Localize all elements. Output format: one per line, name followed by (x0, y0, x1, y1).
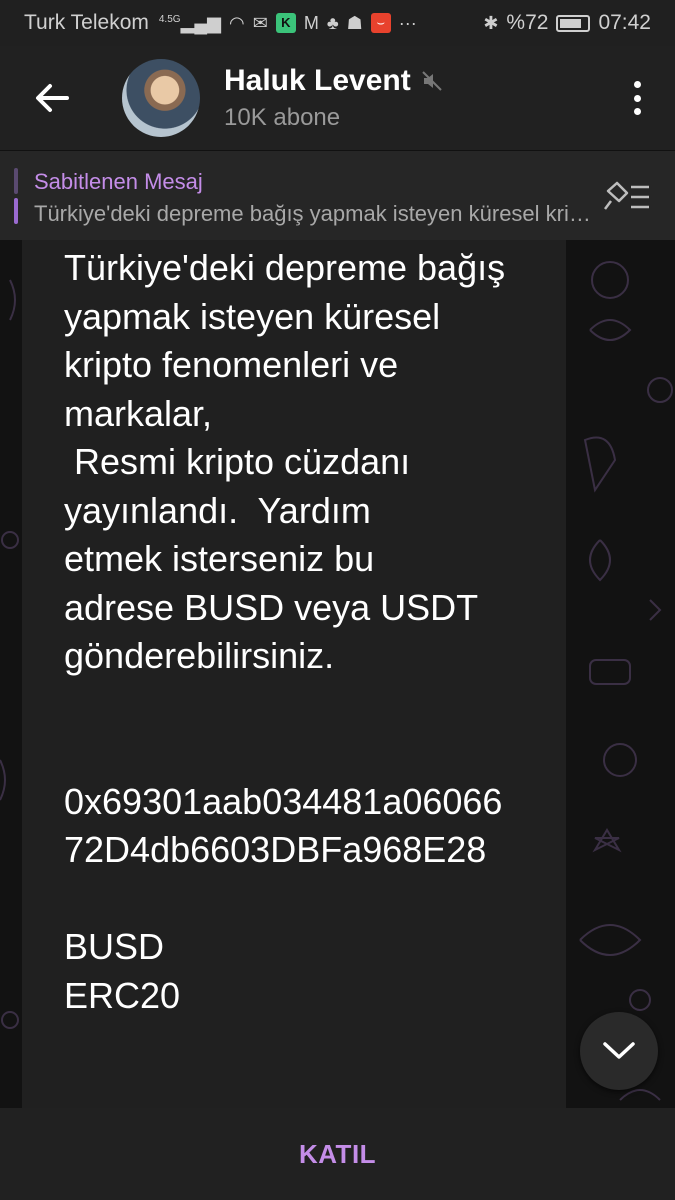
pinned-label: Sabitlenen Mesaj (34, 169, 203, 194)
subscriber-count: 10K abone (224, 104, 341, 131)
dot-icon (633, 81, 641, 88)
wifi-icon: ◠ (229, 12, 245, 33)
status-bar: Turk Telekom 4.5G▂▄▆ ◠ ✉ K M ♣ ☗ ⌣ ··· ✱… (0, 0, 675, 46)
pinned-list-icon[interactable] (603, 179, 651, 215)
avatar[interactable] (122, 59, 200, 137)
back-arrow-icon (36, 84, 69, 112)
message-text: Türkiye'deki depreme bağış yapmak isteye… (64, 247, 506, 1016)
app-notification-icon: K (275, 13, 296, 33)
gmail-icon: M (303, 12, 319, 33)
muted-icon (422, 71, 442, 91)
more-options-button[interactable] (627, 81, 647, 115)
chat-area[interactable]: Türkiye'deki depreme bağış yapmak isteye… (0, 240, 675, 1108)
app-notification-icon: ☗ (346, 12, 363, 33)
join-button[interactable]: KATIL (299, 1139, 376, 1170)
join-bar[interactable]: KATIL (0, 1108, 675, 1200)
bluetooth-icon: ✱ (483, 12, 499, 33)
back-button[interactable] (24, 70, 80, 126)
battery-percent: %72 (506, 11, 549, 34)
channel-info[interactable]: Haluk Levent 10K abone (224, 64, 443, 132)
clock: 07:42 (598, 11, 651, 34)
mail-icon: ✉ (252, 12, 268, 33)
signal-icon: 4.5G▂▄▆ (158, 12, 222, 33)
pinned-indicator (14, 168, 18, 224)
dot-icon (633, 108, 641, 115)
chevron-down-icon (603, 1042, 635, 1059)
app-notification-icon: ♣ (326, 12, 339, 33)
dot-icon (633, 94, 641, 102)
pinned-message-bar[interactable]: Sabitlenen Mesaj Türkiye'deki depreme ba… (0, 150, 675, 241)
pinned-preview: Türkiye'deki depreme bağış yapmak isteye… (34, 201, 594, 226)
app-notification-icon: ⌣ (370, 13, 391, 33)
chat-header: Haluk Levent 10K abone (0, 46, 675, 150)
channel-title-row: Haluk Levent (224, 64, 443, 98)
carrier-name: Turk Telekom (24, 11, 149, 34)
scroll-down-button[interactable] (580, 1012, 658, 1090)
network-type: 4.5G (158, 13, 181, 25)
battery-icon (556, 14, 591, 32)
channel-title: Haluk Levent (224, 64, 411, 97)
more-notifications-icon: ··· (398, 12, 417, 33)
message-bubble[interactable]: Türkiye'deki depreme bağış yapmak isteye… (22, 240, 566, 1108)
